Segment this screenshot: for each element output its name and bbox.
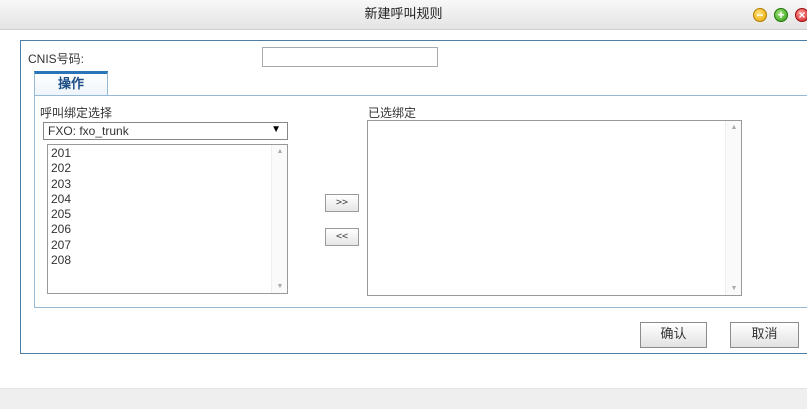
target-listbox[interactable]: ▲ ▼	[367, 120, 742, 296]
scroll-down-icon[interactable]: ▼	[726, 285, 742, 292]
list-item[interactable]: 201	[51, 146, 71, 161]
chevron-down-icon: ▼	[271, 124, 281, 135]
list-item[interactable]: 208	[51, 253, 71, 268]
status-bar	[0, 388, 807, 409]
cnis-label: CNIS号码:	[28, 52, 85, 66]
source-label: 呼叫绑定选择	[40, 106, 113, 120]
list-item[interactable]: 203	[51, 177, 71, 192]
cancel-button[interactable]: 取消	[730, 322, 799, 348]
confirm-button[interactable]: 确认	[640, 322, 707, 348]
source-listbox[interactable]: 201 202 203 204 205 206 207 208 ▲ ▼	[47, 144, 288, 294]
tab-operation[interactable]: 操作	[34, 71, 108, 96]
list-item[interactable]: 206	[51, 222, 71, 237]
remove-binding-button[interactable]: <<	[325, 228, 359, 246]
scroll-up-icon[interactable]: ▲	[272, 148, 288, 155]
maximize-icon[interactable]: +	[774, 8, 788, 22]
target-scrollbar[interactable]: ▲ ▼	[725, 121, 741, 295]
cnis-input[interactable]	[262, 47, 438, 67]
source-list: 201 202 203 204 205 206 207 208	[51, 146, 71, 268]
trunk-select-value: FXO: fxo_trunk	[48, 124, 129, 138]
list-item[interactable]: 207	[51, 238, 71, 253]
scroll-up-icon[interactable]: ▲	[726, 124, 742, 131]
list-item[interactable]: 205	[51, 207, 71, 222]
target-label: 已选绑定	[368, 106, 417, 120]
close-icon[interactable]: ×	[795, 8, 807, 22]
trunk-select[interactable]: FXO: fxo_trunk ▼	[43, 122, 288, 140]
scroll-down-icon[interactable]: ▼	[272, 283, 288, 290]
add-binding-button[interactable]: >>	[325, 194, 359, 212]
list-item[interactable]: 202	[51, 161, 71, 176]
minimize-icon[interactable]: −	[753, 8, 767, 22]
window-title: 新建呼叫规则	[364, 7, 443, 22]
window-titlebar: 新建呼叫规则 − + ×	[0, 0, 807, 30]
list-item[interactable]: 204	[51, 192, 71, 207]
source-scrollbar[interactable]: ▲ ▼	[271, 145, 287, 293]
